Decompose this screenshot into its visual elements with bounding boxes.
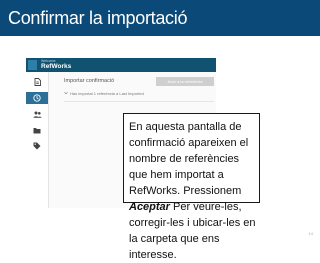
sidebar bbox=[26, 72, 49, 208]
title-banner: Confirmar la importació bbox=[0, 0, 320, 36]
import-summary: Has importat 1 referència a Last Importe… bbox=[70, 90, 144, 96]
people-icon bbox=[33, 111, 42, 118]
sidebar-item-people[interactable] bbox=[26, 108, 48, 120]
sidebar-item-folders[interactable] bbox=[26, 124, 48, 136]
slide-title: Confirmar la importació bbox=[8, 8, 188, 28]
sidebar-item-recent[interactable] bbox=[26, 92, 48, 104]
go-to-reference-button[interactable]: Anar a la referència bbox=[156, 77, 214, 86]
sidebar-item-tags[interactable] bbox=[26, 140, 48, 152]
refworks-logo-icon bbox=[28, 60, 37, 70]
recent-icon bbox=[33, 94, 41, 102]
explanation-callout: En aquesta pantalla de confirmació apare… bbox=[123, 113, 260, 261]
sidebar-item-documents[interactable] bbox=[26, 76, 48, 88]
import-title: Importar confirmació bbox=[64, 78, 115, 84]
logo-name: RefWorks bbox=[41, 63, 72, 70]
import-summary-row[interactable]: Has importat 1 referència a Last Importe… bbox=[64, 90, 206, 96]
page-number: 14 bbox=[308, 231, 313, 236]
divider bbox=[64, 101, 214, 102]
app-header: Welcome RefWorks bbox=[26, 58, 216, 72]
tag-icon bbox=[33, 142, 41, 150]
chevron-down-icon bbox=[64, 91, 68, 95]
callout-text: En aquesta pantalla de confirmació apare… bbox=[129, 119, 259, 263]
callout-emphasis: Aceptar bbox=[129, 201, 170, 213]
document-icon bbox=[34, 78, 41, 86]
callout-text-before: En aquesta pantalla de confirmació apare… bbox=[129, 121, 249, 197]
folder-icon bbox=[33, 127, 41, 133]
